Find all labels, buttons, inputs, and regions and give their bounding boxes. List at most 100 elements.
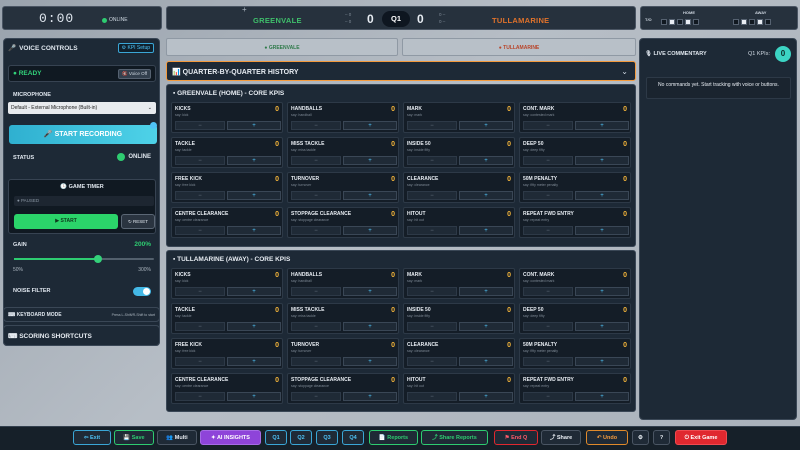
decrement-button[interactable]: − bbox=[407, 191, 457, 200]
increment-button[interactable]: + bbox=[575, 287, 629, 296]
increment-button[interactable]: + bbox=[227, 191, 281, 200]
decrement-button[interactable]: − bbox=[407, 226, 457, 235]
increment-button[interactable]: + bbox=[575, 226, 629, 235]
decrement-button[interactable]: − bbox=[291, 121, 341, 130]
increment-button[interactable]: + bbox=[343, 322, 397, 331]
increment-button[interactable]: + bbox=[575, 121, 629, 130]
kpi-setup-button[interactable]: ⚙ KPI Setup bbox=[117, 43, 154, 53]
increment-button[interactable]: + bbox=[459, 322, 513, 331]
undo-button[interactable]: ↶ Undo bbox=[586, 430, 628, 445]
decrement-button[interactable]: − bbox=[291, 392, 341, 401]
home-timeout-indicators[interactable] bbox=[661, 19, 699, 25]
tab-home-team[interactable]: ● GREENVALE bbox=[166, 38, 398, 56]
increment-button[interactable]: + bbox=[459, 191, 513, 200]
decrement-button[interactable]: − bbox=[523, 191, 573, 200]
timeout-box[interactable] bbox=[733, 19, 739, 25]
increment-button[interactable]: + bbox=[227, 226, 281, 235]
increment-button[interactable]: + bbox=[459, 287, 513, 296]
start-timer-button[interactable]: ▶ START bbox=[14, 214, 118, 229]
gain-slider[interactable] bbox=[14, 255, 154, 263]
timeout-box[interactable] bbox=[685, 19, 691, 25]
increment-button[interactable]: + bbox=[227, 121, 281, 130]
increment-button[interactable]: + bbox=[343, 287, 397, 296]
away-timeout-indicators[interactable] bbox=[733, 19, 771, 25]
gain-slider-handle[interactable] bbox=[94, 255, 102, 263]
decrement-button[interactable]: − bbox=[523, 357, 573, 366]
reports-button[interactable]: 📄 Reports bbox=[369, 430, 418, 445]
decrement-button[interactable]: − bbox=[291, 357, 341, 366]
increment-button[interactable]: + bbox=[343, 226, 397, 235]
q3-button[interactable]: Q3 bbox=[316, 430, 338, 445]
increment-button[interactable]: + bbox=[459, 226, 513, 235]
increment-button[interactable]: + bbox=[227, 156, 281, 165]
increment-button[interactable]: + bbox=[343, 156, 397, 165]
exit-button[interactable]: ⇦ Exit bbox=[73, 430, 111, 445]
ai-insights-button[interactable]: ✦ AI INSIGHTS bbox=[200, 430, 261, 445]
reset-timer-button[interactable]: ↻ RESET bbox=[121, 214, 155, 229]
increment-button[interactable]: + bbox=[459, 392, 513, 401]
share-button[interactable]: ⤴ Share bbox=[541, 430, 581, 445]
decrement-button[interactable]: − bbox=[291, 322, 341, 331]
increment-button[interactable]: + bbox=[343, 357, 397, 366]
timeout-box[interactable] bbox=[661, 19, 667, 25]
increment-button[interactable]: + bbox=[343, 392, 397, 401]
increment-button[interactable]: + bbox=[343, 121, 397, 130]
multi-button[interactable]: 👥 Multi bbox=[157, 430, 197, 445]
microphone-select[interactable]: Default - External Microphone (Built-in)… bbox=[8, 102, 156, 114]
settings-button[interactable]: ⚙ bbox=[632, 430, 649, 445]
timeout-box[interactable] bbox=[693, 19, 699, 25]
increment-button[interactable]: + bbox=[459, 156, 513, 165]
save-button[interactable]: 💾 Save bbox=[114, 430, 154, 445]
noise-filter-toggle[interactable] bbox=[133, 287, 151, 296]
timeout-box[interactable] bbox=[765, 19, 771, 25]
increment-button[interactable]: + bbox=[227, 392, 281, 401]
scoring-shortcuts-bar[interactable]: ⌨ SCORING SHORTCUTS bbox=[3, 325, 160, 346]
increment-button[interactable]: + bbox=[343, 191, 397, 200]
decrement-button[interactable]: − bbox=[407, 287, 457, 296]
decrement-button[interactable]: − bbox=[175, 392, 225, 401]
increment-button[interactable]: + bbox=[459, 357, 513, 366]
increment-button[interactable]: + bbox=[227, 287, 281, 296]
decrement-button[interactable]: − bbox=[175, 322, 225, 331]
voice-off-button[interactable]: 🔇 Voice Off bbox=[117, 69, 151, 79]
increment-button[interactable]: + bbox=[575, 392, 629, 401]
decrement-button[interactable]: − bbox=[175, 121, 225, 130]
decrement-button[interactable]: − bbox=[523, 322, 573, 331]
increment-button[interactable]: + bbox=[227, 322, 281, 331]
decrement-button[interactable]: − bbox=[407, 121, 457, 130]
timeout-box[interactable] bbox=[757, 19, 763, 25]
help-button[interactable]: ? bbox=[653, 430, 670, 445]
decrement-button[interactable]: − bbox=[523, 156, 573, 165]
decrement-button[interactable]: − bbox=[523, 287, 573, 296]
decrement-button[interactable]: − bbox=[175, 191, 225, 200]
decrement-button[interactable]: − bbox=[523, 121, 573, 130]
decrement-button[interactable]: − bbox=[407, 357, 457, 366]
decrement-button[interactable]: − bbox=[407, 322, 457, 331]
decrement-button[interactable]: − bbox=[523, 392, 573, 401]
start-recording-button[interactable]: 🎤 START RECORDING bbox=[9, 125, 157, 144]
timeout-box[interactable] bbox=[741, 19, 747, 25]
decrement-button[interactable]: − bbox=[291, 156, 341, 165]
increment-button[interactable]: + bbox=[575, 357, 629, 366]
q2-button[interactable]: Q2 bbox=[290, 430, 312, 445]
decrement-button[interactable]: − bbox=[175, 287, 225, 296]
decrement-button[interactable]: − bbox=[407, 156, 457, 165]
decrement-button[interactable]: − bbox=[175, 357, 225, 366]
increment-button[interactable]: + bbox=[227, 357, 281, 366]
share-reports-button[interactable]: ⤴ Share Reports bbox=[421, 430, 488, 445]
timeout-box[interactable] bbox=[749, 19, 755, 25]
tab-away-team[interactable]: ● TULLAMARINE bbox=[402, 38, 636, 56]
q4-button[interactable]: Q4 bbox=[342, 430, 364, 445]
timeout-box[interactable] bbox=[677, 19, 683, 25]
decrement-button[interactable]: − bbox=[407, 392, 457, 401]
increment-button[interactable]: + bbox=[575, 156, 629, 165]
decrement-button[interactable]: − bbox=[175, 156, 225, 165]
decrement-button[interactable]: − bbox=[291, 191, 341, 200]
increment-button[interactable]: + bbox=[575, 191, 629, 200]
q1-button[interactable]: Q1 bbox=[265, 430, 287, 445]
end-quarter-button[interactable]: ⚑ End Q bbox=[494, 430, 538, 445]
timeout-box[interactable] bbox=[669, 19, 675, 25]
decrement-button[interactable]: − bbox=[175, 226, 225, 235]
quarter-history-accordion[interactable]: 📊 QUARTER-BY-QUARTER HISTORY ⌄ bbox=[166, 61, 636, 81]
decrement-button[interactable]: − bbox=[291, 287, 341, 296]
